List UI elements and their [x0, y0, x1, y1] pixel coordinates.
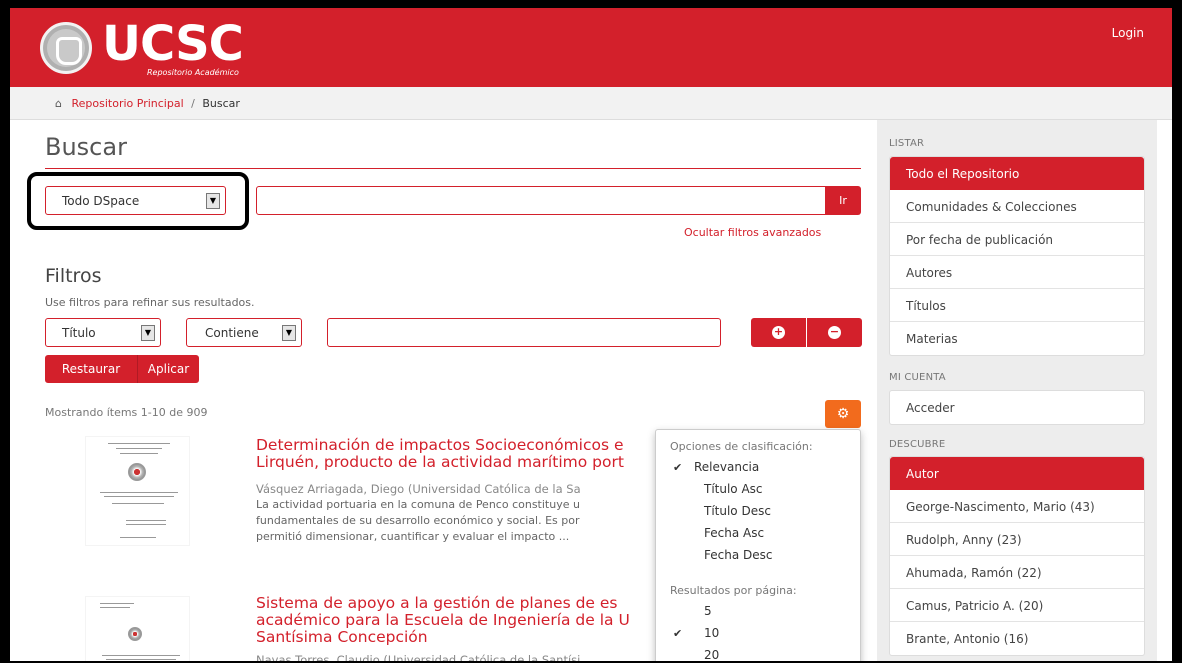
sort-option-titulo-asc[interactable]: Título Asc [704, 482, 763, 496]
result-authors: Vásquez Arriagada, Diego (Universidad Ca… [256, 482, 581, 496]
search-input[interactable] [256, 186, 826, 215]
filters-title: Filtros [45, 265, 102, 287]
chevron-down-icon: ▼ [282, 325, 296, 341]
sidebar-item-author-facet[interactable]: Camus, Patricio A. (20) [890, 589, 1144, 622]
login-link[interactable]: Login [1112, 26, 1144, 40]
site-logo-subtitle: Repositorio Académico [147, 68, 239, 77]
breadcrumb-separator: / [191, 97, 195, 110]
sidebar-list-mi-cuenta: Acceder [889, 390, 1145, 425]
result-abstract-line: fundamentales de su desarrollo económico… [256, 514, 580, 527]
sidebar-item-author-facet[interactable]: Ahumada, Ramón (22) [890, 556, 1144, 589]
sidebar-item-titulos[interactable]: Títulos [890, 289, 1144, 322]
sidebar-header-listar: LISTAR [889, 138, 925, 149]
remove-filter-button[interactable]: − [807, 318, 862, 347]
page-title: Buscar [45, 133, 127, 161]
search-go-button[interactable]: Ir [825, 186, 861, 215]
site-logo-text[interactable]: UCSC [102, 18, 244, 70]
result-thumbnail[interactable] [85, 596, 190, 661]
filter-operator-select[interactable]: Contiene ▼ [186, 318, 302, 347]
sort-options-header: Opciones de clasificación: [670, 440, 813, 453]
breadcrumb: ⌂ Repositorio Principal / Buscar [10, 87, 1172, 120]
filter-value-input[interactable] [327, 318, 721, 347]
add-filter-button[interactable]: + [751, 318, 806, 347]
minus-circle-icon: − [828, 325, 841, 339]
plus-circle-icon: + [772, 325, 785, 339]
sidebar-list-listar: Todo el Repositorio Comunidades & Colecc… [889, 156, 1145, 356]
result-title-line[interactable]: Santísima Concepción [256, 629, 656, 646]
sidebar-item-todo-repositorio[interactable]: Todo el Repositorio [890, 157, 1144, 190]
university-seal-logo[interactable] [40, 22, 92, 74]
filter-field-value: Título [62, 326, 96, 340]
breadcrumb-current: Buscar [202, 97, 240, 110]
sidebar-item-autor[interactable]: Autor [890, 457, 1144, 490]
result-thumbnail[interactable] [85, 436, 190, 546]
sidebar-item-autores[interactable]: Autores [890, 256, 1144, 289]
browser-page: UCSC Repositorio Académico Login ⌂ Repos… [10, 8, 1172, 661]
result-authors: Navas Torres, Claudio (Universidad Catól… [256, 653, 581, 661]
sidebar-list-descubre: Autor George-Nascimento, Mario (43) Rudo… [889, 456, 1145, 656]
result-abstract-line: permitió dimensionar, cuantificar y eval… [256, 530, 570, 543]
sidebar-item-author-facet[interactable]: George-Nascimento, Mario (43) [890, 490, 1144, 523]
result-abstract-line: La actividad portuaria en la comuna de P… [256, 498, 580, 511]
results-per-page-header: Resultados por página: [670, 584, 797, 597]
sidebar-item-fecha[interactable]: Por fecha de publicación [890, 223, 1144, 256]
sort-option-fecha-desc[interactable]: Fecha Desc [704, 548, 772, 562]
filter-operator-value: Contiene [205, 326, 259, 340]
sidebar: LISTAR Todo el Repositorio Comunidades &… [877, 120, 1157, 661]
scope-highlight-annotation [27, 172, 249, 230]
filter-field-select[interactable]: Título ▼ [45, 318, 161, 347]
result-title-line[interactable]: Sistema de apoyo a la gestión de planes … [256, 595, 656, 612]
sort-options-dropdown: Opciones de clasificación: ✔ Relevancia … [655, 429, 861, 661]
result-title-line[interactable]: Determinación de impactos Socioeconómico… [256, 437, 656, 454]
reset-filters-button[interactable]: Restaurar [45, 355, 137, 383]
hide-advanced-filters-link[interactable]: Ocultar filtros avanzados [684, 226, 821, 239]
rpp-option-5[interactable]: 5 [704, 604, 712, 618]
rpp-option-20[interactable]: 20 [704, 648, 719, 661]
home-icon[interactable]: ⌂ [55, 97, 62, 110]
rpp-option-10[interactable]: 10 [704, 626, 719, 640]
chevron-down-icon: ▼ [141, 325, 155, 341]
apply-filters-button[interactable]: Aplicar [137, 355, 199, 383]
sidebar-item-author-facet[interactable]: Brante, Antonio (16) [890, 622, 1144, 655]
result-title-line[interactable]: Lirquén, producto de la actividad maríti… [256, 454, 656, 471]
breadcrumb-home-link[interactable]: Repositorio Principal [71, 97, 183, 110]
check-icon: ✔ [673, 461, 683, 474]
title-divider [45, 168, 861, 169]
results-count: Mostrando ítems 1-10 de 909 [45, 406, 208, 419]
site-header: UCSC Repositorio Académico Login [10, 8, 1172, 87]
sidebar-item-author-facet[interactable]: Rudolph, Anny (23) [890, 523, 1144, 556]
result-title-line[interactable]: académico para la Escuela de Ingeniería … [256, 612, 656, 629]
sort-option-relevancia[interactable]: Relevancia [694, 460, 759, 474]
sort-option-fecha-asc[interactable]: Fecha Asc [704, 526, 764, 540]
sidebar-item-materias[interactable]: Materias [890, 322, 1144, 355]
filters-help-text: Use filtros para refinar sus resultados. [45, 296, 255, 309]
sidebar-header-mi-cuenta: MI CUENTA [889, 372, 946, 383]
sidebar-header-descubre: DESCUBRE [889, 439, 946, 450]
gear-icon[interactable]: ⚙ [825, 400, 861, 428]
check-icon: ✔ [673, 627, 683, 640]
sidebar-item-acceder[interactable]: Acceder [890, 391, 1144, 424]
sort-option-titulo-desc[interactable]: Título Desc [704, 504, 771, 518]
sidebar-item-comunidades[interactable]: Comunidades & Colecciones [890, 190, 1144, 223]
